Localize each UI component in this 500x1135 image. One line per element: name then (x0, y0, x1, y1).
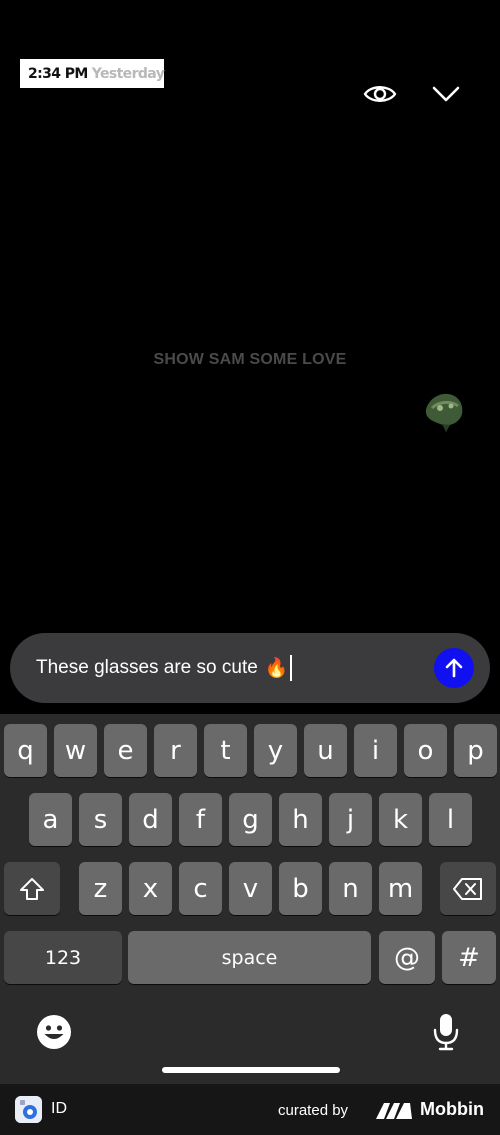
key-k[interactable]: k (379, 793, 422, 846)
key-e[interactable]: e (104, 724, 147, 777)
mobbin-logo-icon (376, 1103, 412, 1119)
day-label: Yesterday (91, 65, 165, 82)
backspace-icon (453, 877, 482, 900)
frog-sticker[interactable] (420, 388, 468, 432)
key-z[interactable]: z (79, 862, 122, 915)
key-w[interactable]: w (54, 724, 97, 777)
key-h[interactable]: h (279, 793, 322, 846)
message-input-text[interactable]: These glasses are so cute (36, 657, 258, 679)
fire-emoji: 🔥 (264, 658, 289, 679)
key-p[interactable]: p (454, 724, 497, 777)
app-icon (15, 1096, 42, 1123)
key-m[interactable]: m (379, 862, 422, 915)
send-button[interactable] (434, 648, 474, 688)
eye-icon[interactable] (362, 76, 398, 112)
chevron-down-icon[interactable] (428, 76, 464, 112)
key-f[interactable]: f (179, 793, 222, 846)
keyboard: q w e r t y u i o p a s d f g h j k l z … (0, 714, 500, 1084)
backspace-key[interactable] (440, 862, 496, 915)
key-j[interactable]: j (329, 793, 372, 846)
at-key[interactable]: @ (379, 931, 435, 984)
key-y[interactable]: y (254, 724, 297, 777)
footer-bar: ID curated by Mobbin (0, 1084, 500, 1135)
space-key[interactable]: space (128, 931, 371, 984)
message-composer[interactable]: These glasses are so cute 🔥 (10, 633, 490, 703)
microphone-icon[interactable] (432, 1012, 460, 1052)
home-indicator (162, 1067, 340, 1073)
key-a[interactable]: a (29, 793, 72, 846)
key-q[interactable]: q (4, 724, 47, 777)
key-c[interactable]: c (179, 862, 222, 915)
key-b[interactable]: b (279, 862, 322, 915)
shift-key[interactable] (4, 862, 60, 915)
key-u[interactable]: u (304, 724, 347, 777)
key-g[interactable]: g (229, 793, 272, 846)
story-prompt: SHOW SAM SOME LOVE (153, 351, 347, 368)
key-x[interactable]: x (129, 862, 172, 915)
numbers-key[interactable]: 123 (4, 931, 122, 984)
timestamp-badge: 2:34 PM Yesterday (20, 59, 165, 88)
key-t[interactable]: t (204, 724, 247, 777)
key-r[interactable]: r (154, 724, 197, 777)
key-v[interactable]: v (229, 862, 272, 915)
curated-by-label: curated by (278, 1102, 349, 1119)
mobbin-brand: Mobbin (420, 1099, 484, 1119)
emoji-icon[interactable] (36, 1014, 72, 1050)
hash-key[interactable]: # (442, 931, 496, 984)
key-l[interactable]: l (429, 793, 472, 846)
shift-icon (20, 877, 44, 900)
arrow-up-icon (445, 658, 463, 678)
key-s[interactable]: s (79, 793, 122, 846)
key-o[interactable]: o (404, 724, 447, 777)
id-label: ID (51, 1100, 67, 1117)
key-d[interactable]: d (129, 793, 172, 846)
key-i[interactable]: i (354, 724, 397, 777)
text-cursor (290, 655, 293, 681)
key-n[interactable]: n (329, 862, 372, 915)
time-label: 2:34 PM (28, 65, 88, 82)
